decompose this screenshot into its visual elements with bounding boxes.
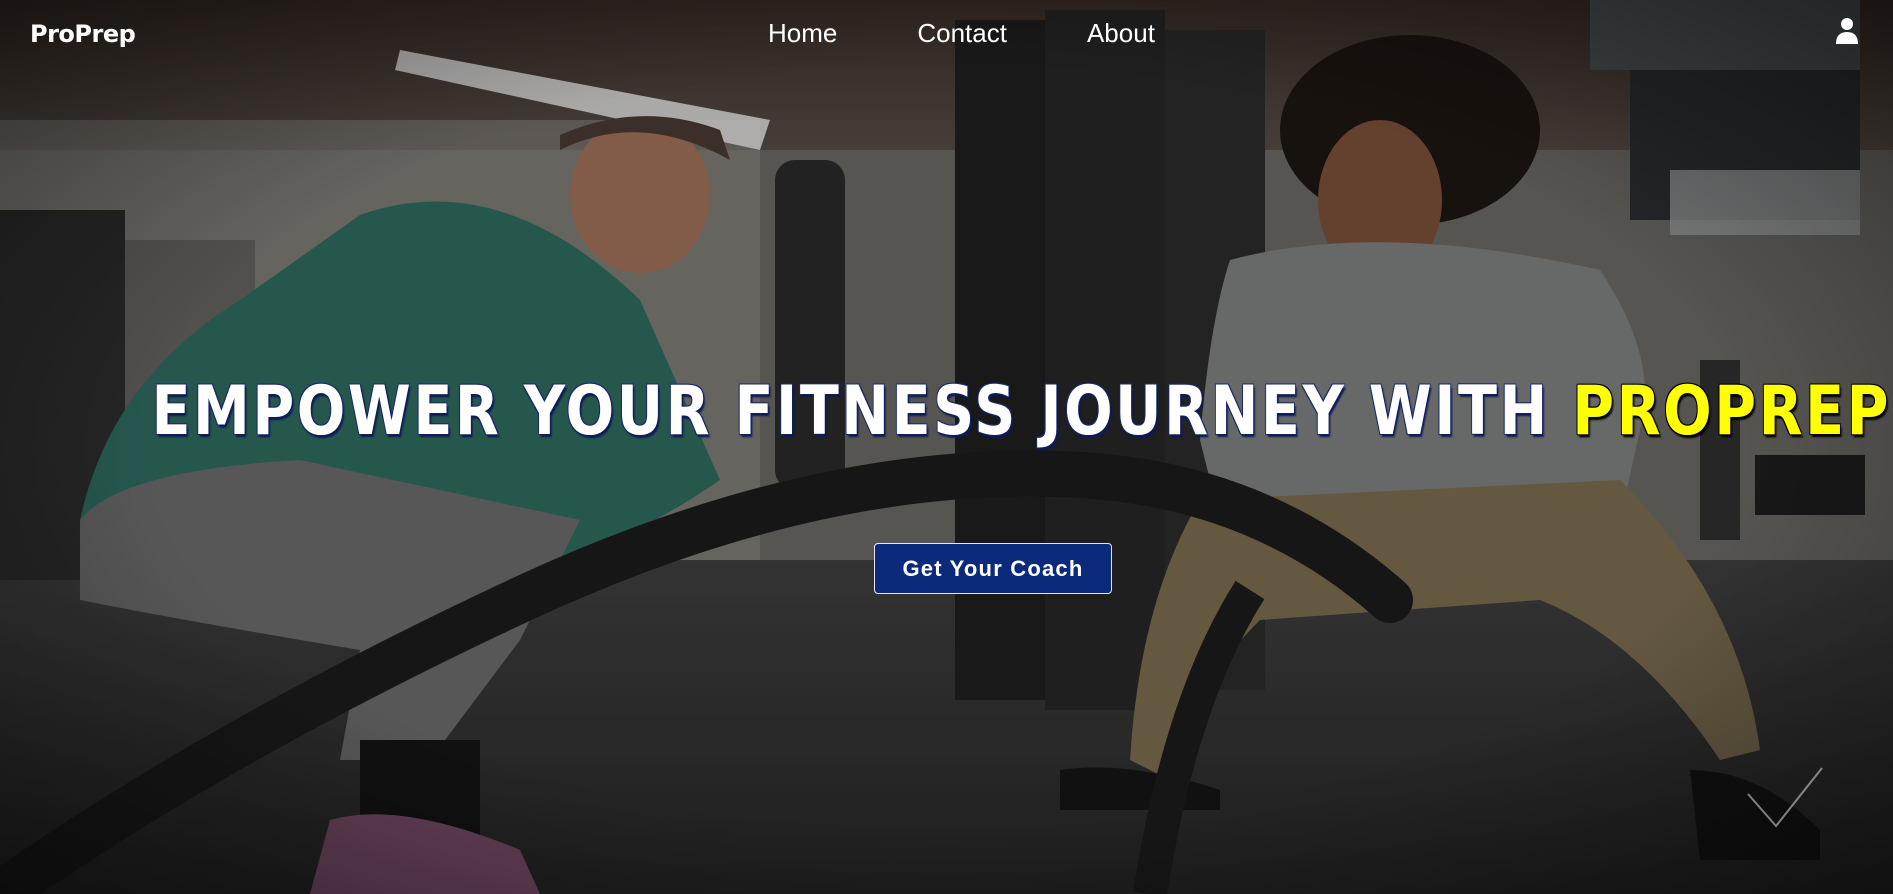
top-navbar: ProPrep Home Contact About <box>0 0 1893 68</box>
hero-section: ProPrep Home Contact About EMPOWER YOUR … <box>0 0 1893 894</box>
checkmark-icon <box>1747 767 1823 828</box>
user-icon <box>1836 18 1858 44</box>
get-your-coach-button[interactable]: Get Your Coach <box>874 543 1112 594</box>
nav-links: Home Contact About <box>768 18 1155 48</box>
nav-link-about[interactable]: About <box>1087 18 1155 48</box>
nav-link-home[interactable]: Home <box>768 18 837 48</box>
brand-logo[interactable]: ProPrep <box>30 20 136 48</box>
hero-headline: EMPOWER YOUR FITNESS JOURNEY WITH PROPRE… <box>151 372 1888 452</box>
nav-link-contact[interactable]: Contact <box>917 18 1007 48</box>
headline-accent-brand: PROPREP <box>1572 372 1892 451</box>
user-account-button[interactable] <box>1835 17 1859 45</box>
headline-main: EMPOWER YOUR FITNESS JOURNEY WITH <box>151 372 1573 451</box>
